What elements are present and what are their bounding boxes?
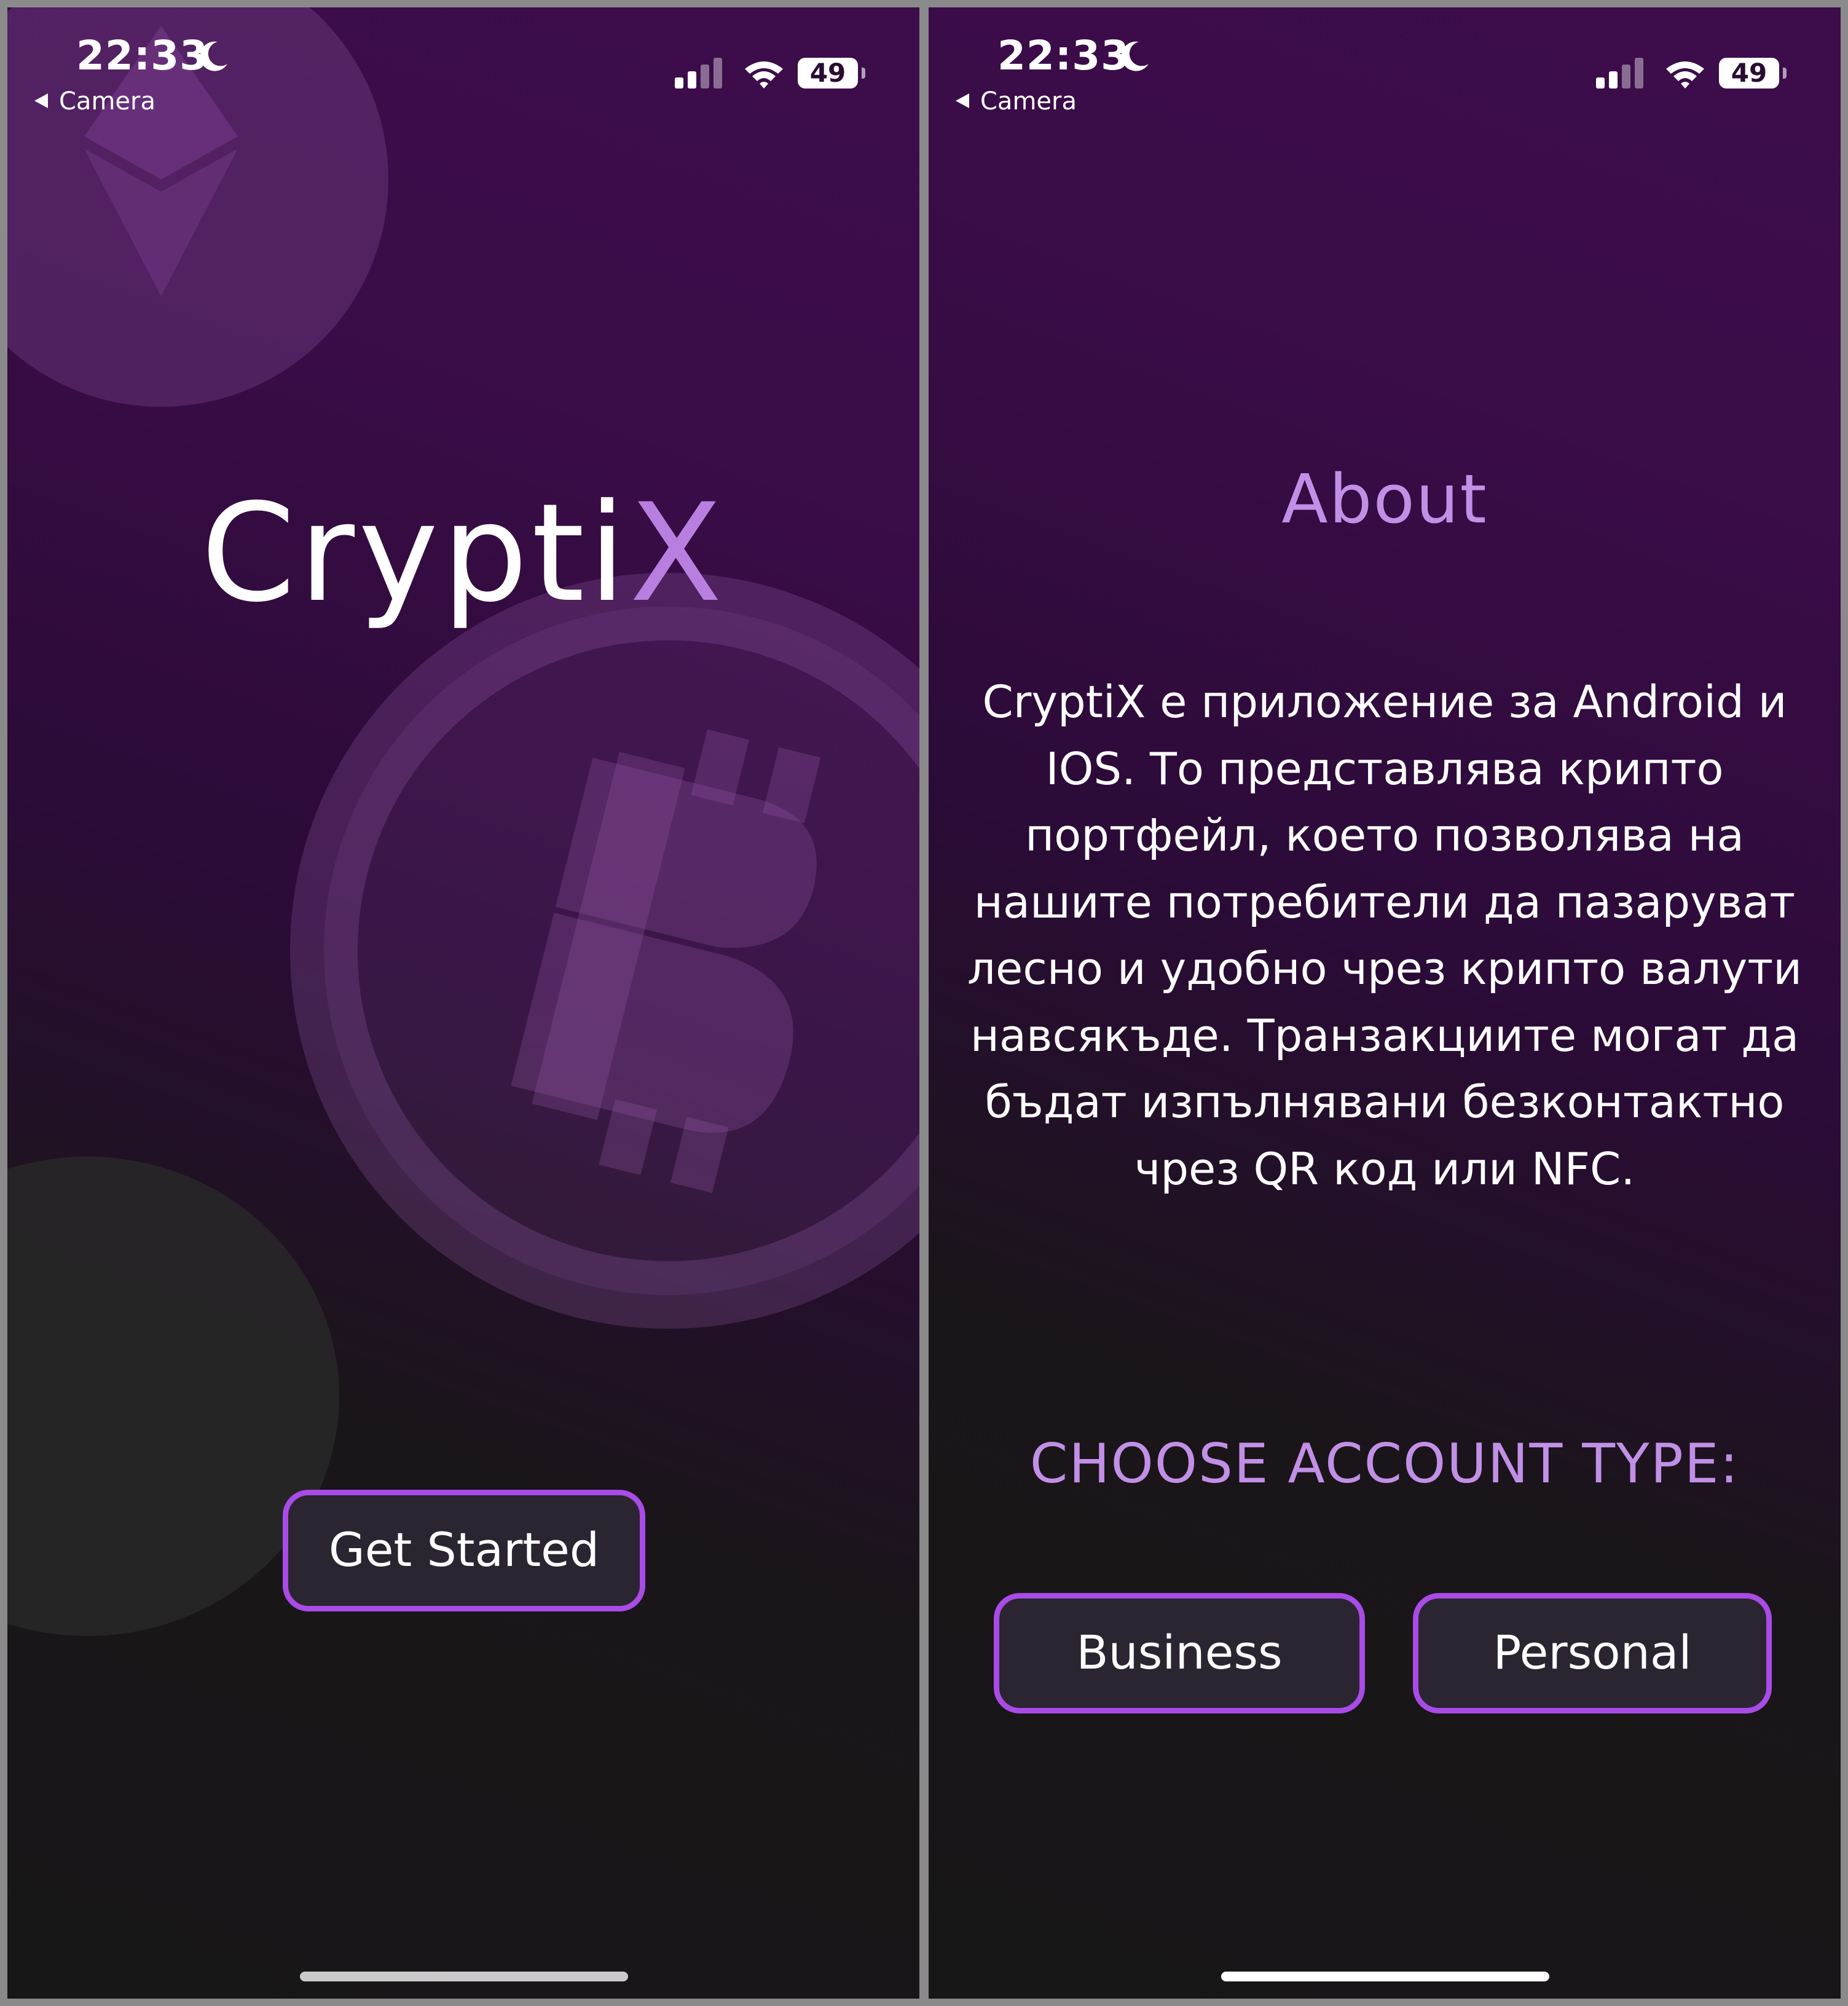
bitcoin-bg-icon bbox=[290, 573, 919, 1329]
welcome-screen: 22:33 Camera 49 CryptiX Get Started bbox=[7, 7, 919, 1999]
status-time: 22:33 bbox=[76, 32, 209, 79]
status-time: 22:33 bbox=[997, 32, 1130, 79]
back-arrow-icon bbox=[34, 93, 48, 108]
personal-account-button[interactable]: Personal bbox=[1413, 1593, 1772, 1713]
about-description: CryptiX е приложение за Android и IOS. Т… bbox=[967, 676, 1802, 1195]
back-label: Camera bbox=[59, 87, 155, 116]
back-to-camera-link[interactable]: Camera bbox=[34, 87, 155, 116]
about-screen: 22:33 Camera 49 About CryptiX е приложен… bbox=[929, 7, 1841, 1999]
business-account-button[interactable]: Business bbox=[994, 1593, 1365, 1713]
battery-icon: 49 bbox=[1719, 58, 1779, 88]
back-label: Camera bbox=[980, 87, 1077, 116]
battery-tip bbox=[1783, 68, 1787, 79]
back-to-camera-link[interactable]: Camera bbox=[956, 87, 1077, 116]
get-started-button[interactable]: Get Started bbox=[283, 1490, 645, 1611]
battery-icon: 49 bbox=[798, 58, 858, 88]
moon-icon bbox=[200, 41, 227, 71]
moon-icon bbox=[1121, 41, 1149, 71]
signal-icon bbox=[675, 58, 722, 88]
account-type-label: CHOOSE ACCOUNT TYPE: bbox=[1029, 1432, 1740, 1495]
about-title: About bbox=[1281, 460, 1488, 538]
home-indicator[interactable] bbox=[1221, 1972, 1549, 1981]
battery-tip bbox=[862, 68, 865, 79]
wifi-icon bbox=[745, 61, 783, 88]
signal-icon bbox=[1596, 58, 1643, 88]
wifi-icon bbox=[1666, 61, 1704, 88]
back-arrow-icon bbox=[956, 93, 969, 108]
logo-main-text: Crypti bbox=[200, 474, 630, 632]
logo-accent-text: X bbox=[629, 474, 726, 632]
app-logo: CryptiX bbox=[7, 474, 919, 632]
home-indicator[interactable] bbox=[300, 1972, 628, 1981]
